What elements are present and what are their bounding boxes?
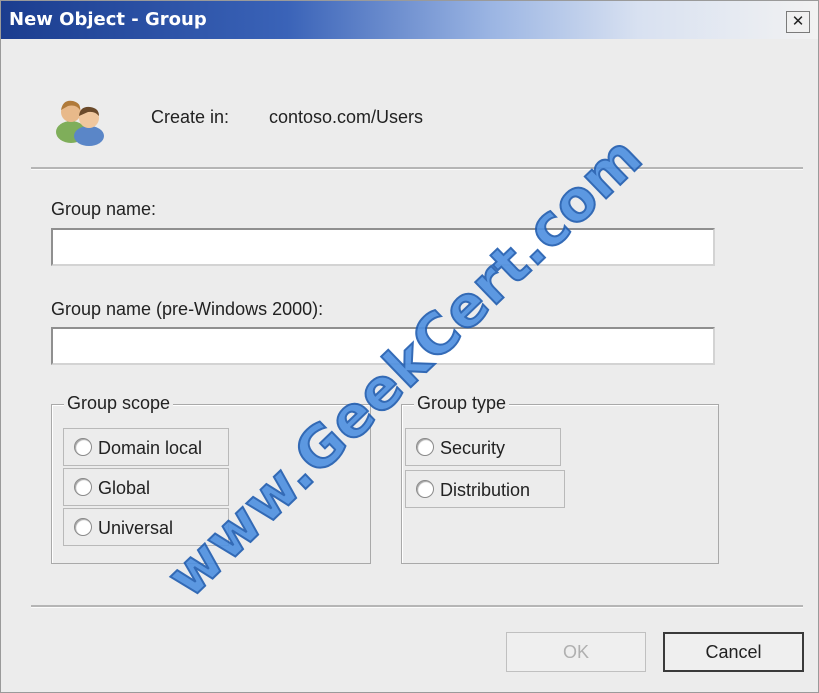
window-title: New Object - Group [9,9,207,30]
new-object-group-dialog: New Object - Group ✕ Create in: contoso.… [0,0,819,693]
radio-security-label: Security [440,438,506,458]
group-name-input[interactable] [51,228,715,266]
radio-security[interactable]: Security [405,428,561,466]
group-name-pre2000-label: Group name (pre-Windows 2000): [51,299,324,319]
radio-button-icon[interactable] [416,438,434,456]
radio-distribution[interactable]: Distribution [405,470,565,508]
close-button[interactable]: ✕ [786,11,810,33]
cancel-button[interactable]: Cancel [663,632,804,672]
group-scope-legend: Group scope [64,393,174,414]
group-name-pre2000-input[interactable] [51,327,715,365]
radio-distribution-label: Distribution [440,480,531,500]
create-in-label: Create in: [151,107,230,127]
radio-button-icon[interactable] [416,480,434,498]
title-bar: New Object - Group ✕ [1,1,818,39]
radio-universal[interactable]: Universal [63,508,229,546]
ok-button[interactable]: OK [506,632,646,672]
radio-domain-local[interactable]: Domain local [63,428,229,466]
create-in-path: contoso.com/Users [269,107,424,127]
radio-button-icon[interactable] [74,478,92,496]
radio-button-icon[interactable] [74,518,92,536]
radio-button-icon[interactable] [74,438,92,456]
group-type-legend: Group type [414,393,510,414]
footer-divider [31,605,803,608]
header-divider [31,167,803,170]
radio-global[interactable]: Global [63,468,229,506]
group-name-label: Group name: [51,199,157,219]
users-group-icon [56,100,104,146]
radio-domain-local-label: Domain local [98,438,203,458]
radio-global-label: Global [98,478,151,498]
radio-universal-label: Universal [98,518,174,538]
